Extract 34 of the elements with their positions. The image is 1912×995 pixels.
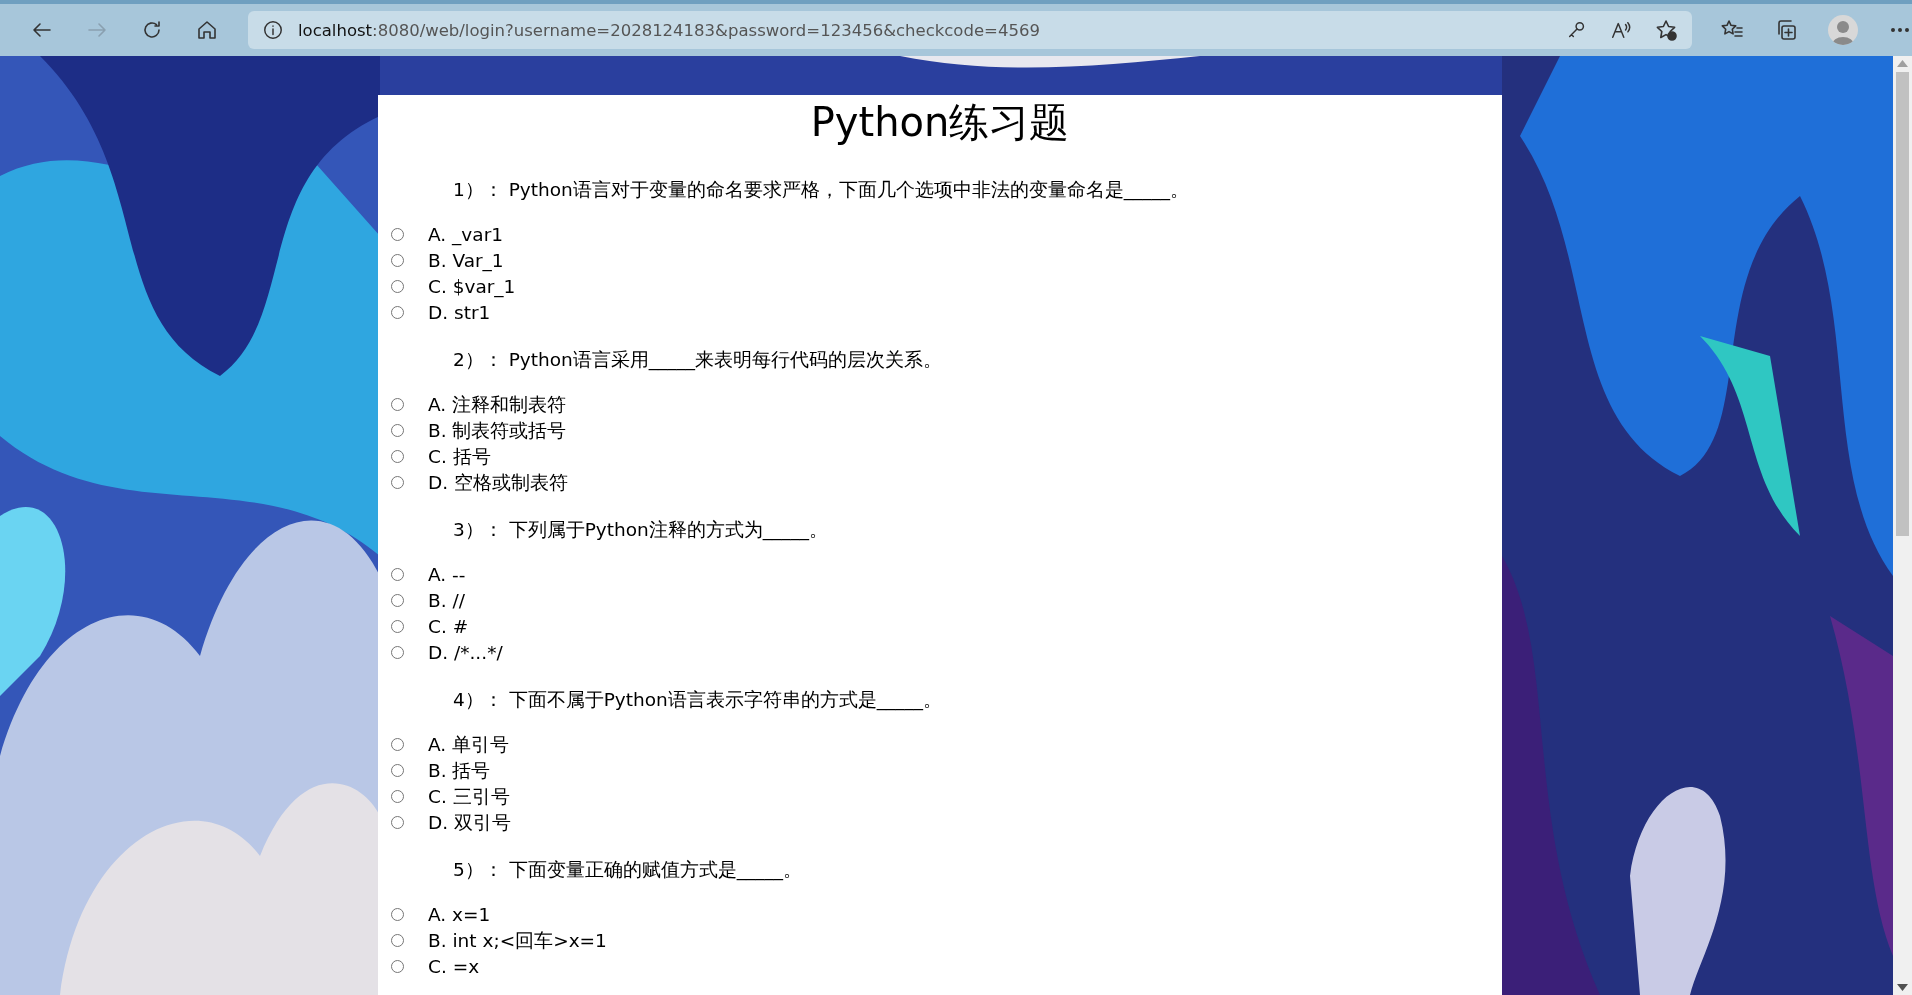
option-label[interactable]: B. int x;<回车>x=1 bbox=[428, 927, 607, 953]
star-plus-icon[interactable] bbox=[1654, 18, 1678, 42]
option-label[interactable]: D. /*...*/ bbox=[428, 641, 503, 663]
option-label[interactable]: A. _var1 bbox=[428, 223, 503, 245]
option-label[interactable]: B. Var_1 bbox=[428, 249, 504, 271]
option-label[interactable]: C. $var_1 bbox=[428, 275, 516, 297]
option-label[interactable]: A. -- bbox=[428, 563, 466, 585]
question-text: 1）： Python语言对于变量的命名要求严格，下面几个选项中非法的变量命名是_____。 bbox=[453, 178, 1190, 203]
address-bar[interactable]: localhost:8080/web/login?username=2028124183&password=123456&checkcode=4569 bbox=[248, 11, 1692, 49]
option-label[interactable]: D. 空格或制表符 bbox=[428, 469, 568, 495]
option-label[interactable]: C. 括号 bbox=[428, 443, 491, 469]
option-label[interactable]: A. 注释和制表符 bbox=[428, 391, 567, 417]
option-label[interactable]: B. 括号 bbox=[428, 757, 491, 783]
option-label[interactable]: D. 双引号 bbox=[428, 809, 511, 835]
question-text: 5）： 下面变量正确的赋值方式是_____。 bbox=[453, 858, 802, 883]
option-label[interactable]: C. 三引号 bbox=[428, 783, 510, 809]
option-label[interactable]: A. 单引号 bbox=[428, 731, 510, 757]
option-label[interactable]: C. =x bbox=[428, 955, 480, 977]
page-title: Python练习题 bbox=[810, 98, 1070, 146]
scroll-up-arrow-icon[interactable] bbox=[1897, 60, 1908, 67]
read-aloud-icon[interactable] bbox=[1610, 19, 1632, 41]
scroll-down-arrow-icon[interactable] bbox=[1897, 984, 1908, 991]
info-icon[interactable] bbox=[262, 19, 284, 41]
url-text: localhost:8080/web/login?username=2028124183&password=123456&checkcode=4569 bbox=[298, 20, 1041, 40]
option-label[interactable]: D. str1 bbox=[428, 301, 491, 323]
scrollbar[interactable] bbox=[1893, 56, 1912, 995]
option-label[interactable]: C. # bbox=[428, 615, 469, 637]
question-text: 4）： 下面不属于Python语言表示字符串的方式是_____。 bbox=[453, 688, 943, 713]
option-label[interactable]: B. 制表符或括号 bbox=[428, 417, 567, 443]
profile-avatar[interactable] bbox=[1828, 15, 1858, 45]
question-text: 3）： 下列属于Python注释的方式为_____。 bbox=[453, 518, 829, 543]
option-label[interactable]: A. x=1 bbox=[428, 903, 491, 925]
question-text: 2）： Python语言采用_____来表明每行代码的层次关系。 bbox=[453, 348, 943, 373]
option-label[interactable]: B. // bbox=[428, 589, 465, 611]
